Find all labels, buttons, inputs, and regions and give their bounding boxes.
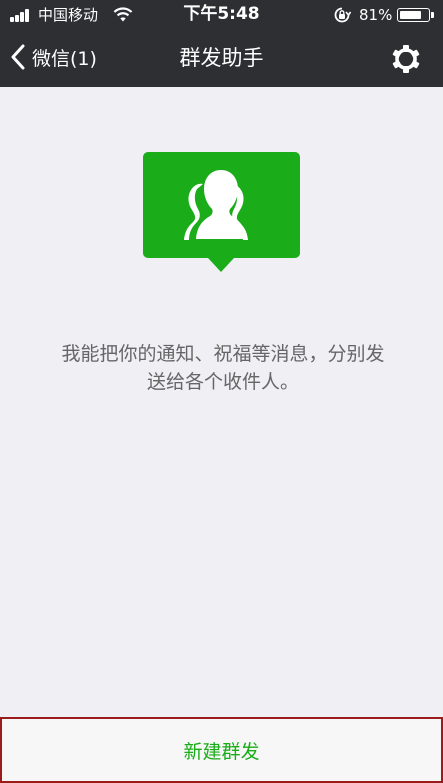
group-broadcast-icon bbox=[143, 152, 300, 272]
gear-icon[interactable] bbox=[389, 42, 423, 76]
battery-percent: 81% bbox=[359, 6, 393, 24]
battery-fill bbox=[400, 11, 422, 19]
feature-description: 我能把你的通知、祝福等消息，分别发送给各个收件人。 bbox=[61, 343, 385, 393]
new-broadcast-button[interactable]: 新建群发 bbox=[0, 717, 443, 783]
page-title: 群发助手 bbox=[179, 46, 264, 70]
new-broadcast-label: 新建群发 bbox=[183, 740, 260, 763]
orientation-lock-icon bbox=[334, 7, 351, 23]
status-bar: 中国移动 下午5:48 81% bbox=[0, 0, 443, 30]
navigation-bar: 微信(1) 群发助手 bbox=[0, 30, 443, 87]
top-bar: 中国移动 下午5:48 81% 微信(1) 群发助手 bbox=[0, 0, 443, 87]
battery-tip bbox=[431, 12, 434, 18]
battery-icon bbox=[397, 8, 434, 22]
